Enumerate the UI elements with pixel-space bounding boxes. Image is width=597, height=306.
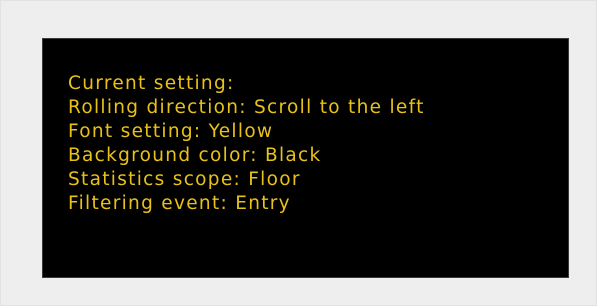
- led-display-panel: Current setting: Rolling direction: Scro…: [42, 38, 569, 278]
- font-setting-line: Font setting: Yellow: [68, 121, 274, 142]
- filtering-event-line: Filtering event: Entry: [68, 193, 291, 214]
- background-color-line: Background color: Black: [68, 145, 322, 166]
- current-setting-heading: Current setting:: [68, 73, 235, 94]
- rolling-direction-line: Rolling direction: Scroll to the left: [68, 97, 425, 118]
- statistics-scope-line: Statistics scope: Floor: [68, 169, 301, 190]
- display-frame: Current setting: Rolling direction: Scro…: [0, 0, 597, 306]
- settings-text-block: Current setting: Rolling direction: Scro…: [68, 72, 425, 216]
